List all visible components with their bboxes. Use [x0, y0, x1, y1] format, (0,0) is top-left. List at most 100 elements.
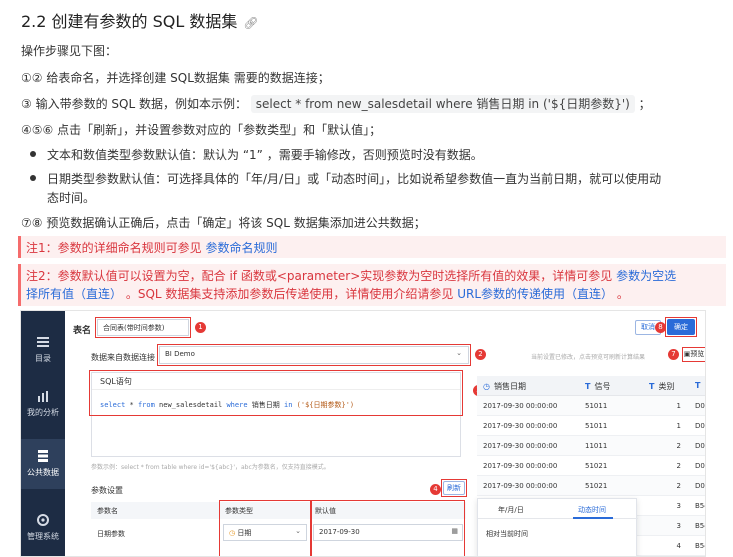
step-1-2: ①② 给表命名，并选择创建 SQL数据集 需要的数据连接； [21, 71, 330, 85]
sidebar-item-public-data[interactable]: 公共数据 [21, 439, 65, 489]
text-type-icon: T [695, 381, 701, 390]
highlight-box-5 [219, 500, 311, 556]
bullet-dot [30, 151, 36, 157]
table-cell: 3 [676, 522, 681, 530]
table-cell: D04 [695, 422, 705, 430]
anchor-link-icon[interactable]: 🔗︎ [243, 16, 258, 30]
table-cell: 2 [676, 462, 681, 470]
step-3-code: select * from new_salesdetail where 销售日期… [250, 95, 635, 113]
section-heading: 2.2 创建有参数的 SQL 数据集 🔗︎ [21, 8, 259, 32]
table-cell: 51011 [585, 422, 608, 430]
table-cell: B54 [695, 542, 705, 550]
grid-col-date-label: 销售日期 [493, 382, 526, 391]
table-cell: 2 [676, 442, 681, 450]
step-3-suffix: ； [638, 97, 651, 111]
sidebar: 目录 我的分析 公共数据 管理系统 [21, 311, 65, 556]
table-cell: 51011 [585, 402, 608, 410]
param-name-cell: 日期参数 [97, 530, 125, 538]
table-cell: 1 [676, 402, 681, 410]
marker-4: 4 [430, 484, 441, 495]
table-cell: 51021 [585, 462, 608, 470]
system-icon [37, 514, 49, 526]
table-cell: 2017-09-30 00:00:00 [483, 402, 558, 410]
text-type-icon: T [585, 382, 591, 391]
step-7-8: ⑦⑧ 预览数据确认正确后，点击「确定」将该 SQL 数据集添加进公共数据； [21, 216, 426, 230]
note-2-end: 。 [616, 287, 629, 301]
connection-label: 数据来自数据连接 [91, 353, 155, 362]
table-cell: D07 [695, 482, 705, 490]
table-cell: 2017-09-30 00:00:00 [483, 442, 558, 450]
grid-col-date: ◷ 销售日期 [483, 381, 526, 392]
table-cell: 4 [676, 542, 681, 550]
highlight-box-6 [311, 500, 465, 556]
table-cell: 2017-09-30 00:00:00 [483, 462, 558, 470]
preview-label: 预览 [690, 350, 705, 358]
sidebar-item-catalog[interactable]: 目录 [21, 325, 65, 375]
relative-time-label: 相对当前时间 [486, 530, 528, 538]
highlight-box-8 [665, 317, 697, 337]
empty-param-link[interactable]: 参数为空选 [616, 269, 676, 283]
date-type-icon: ◷ [483, 382, 490, 391]
grid-col-signal-label: 信号 [594, 382, 611, 391]
sidebar-label: 目录 [35, 354, 51, 363]
table-cell: B54 [695, 522, 705, 530]
sql-dataset-panel: 表名 合同表(带时间参数) 1 取消 8 确定 数据来自数据连接 BI Demo… [65, 311, 705, 556]
example-hint: 参数示例：select * from table where id='${abc… [91, 464, 330, 471]
tab-dynamic-time[interactable]: 动态时间 [578, 505, 606, 515]
bullet-text-default: 文本和数值类型参数默认值：默认为 “1” ，需要手输修改，否则预览时没有数据。 [47, 148, 483, 162]
analysis-icon [38, 391, 48, 402]
active-tab-indicator [573, 517, 613, 519]
table-row: 2017-09-30 00:00:00 51011 1 D04 [477, 416, 705, 436]
grid-header: ◷ 销售日期 T 信号 T 类别 T [477, 376, 705, 396]
marker-1: 1 [195, 322, 206, 333]
highlight-box-4 [441, 479, 467, 497]
sidebar-item-analysis[interactable]: 我的分析 [21, 379, 65, 429]
param-settings-label: 参数设置 [91, 486, 123, 495]
note-1: 注1：参数的详细命名规则可参见 参数命名规则 [18, 236, 726, 258]
table-name-label: 表名 [73, 326, 92, 336]
table-cell: B54 [695, 502, 705, 510]
table-row: 2017-09-30 00:00:00 51021 2 D07 [477, 456, 705, 476]
table-cell: 2017-09-30 00:00:00 [483, 482, 558, 490]
table-cell: D04 [695, 402, 705, 410]
highlight-box-3 [89, 370, 463, 416]
grid-col-more: T [695, 381, 704, 390]
table-row: 2017-09-30 00:00:00 11011 2 D07 [477, 436, 705, 456]
table-cell: 11011 [585, 442, 608, 450]
url-param-link[interactable]: URL参数的传递使用（直连） [457, 287, 613, 301]
highlight-box-2 [157, 344, 471, 366]
sidebar-label: 管理系统 [27, 532, 59, 541]
highlight-box-1 [95, 317, 191, 338]
bullet-text-date: 日期类型参数默认值：可选择具体的「年/月/日」或「动态时间」，比如说希望参数值一… [47, 172, 662, 186]
table-cell: 1 [676, 422, 681, 430]
marker-7: 7 [668, 349, 679, 360]
sidebar-label: 我的分析 [27, 408, 59, 417]
sidebar-item-system[interactable]: 管理系统 [21, 503, 65, 553]
grid-col-category-label: 类别 [658, 382, 675, 391]
param-table: 参数名 参数类型 默认值 日期参数 ◷ 日期 ⌄ 2017-09-30 ▦ [91, 500, 466, 556]
table-cell: D07 [695, 442, 705, 450]
step-3-prefix: ③ 输入带参数的 SQL 数据，例如本示例： [21, 97, 247, 111]
date-picker-popup: 年/月/日 动态时间 相对当前时间 [477, 498, 638, 556]
section-heading-text: 2.2 创建有参数的 SQL 数据集 [21, 12, 238, 31]
empty-param-link-cont[interactable]: 择所有值（直连） [26, 287, 122, 301]
table-cell: D07 [695, 462, 705, 470]
note-2: 注2：参数默认值可以设置为空，配合 if 函数或<parameter>实现参数为… [18, 264, 726, 306]
grid-col-signal: T 信号 [585, 381, 610, 392]
preview-button[interactable]: ▣预览 [682, 347, 705, 362]
note-1-text: 注1：参数的详细命名规则可参见 [26, 241, 202, 255]
note-2-mid: 。SQL 数据集支持添加参数后传递使用，详情使用介绍请参见 [125, 287, 454, 301]
table-cell: 2 [676, 482, 681, 490]
param-naming-link[interactable]: 参数命名规则 [205, 241, 277, 255]
note-2-text: 注2：参数默认值可以设置为空，配合 if 函数或<parameter>实现参数为… [26, 269, 613, 283]
grid-col-category: T 类别 [649, 381, 674, 392]
step-3: ③ 输入带参数的 SQL 数据，例如本示例： select * from new… [21, 95, 651, 113]
public-data-icon [38, 450, 48, 462]
tab-ymd[interactable]: 年/月/日 [498, 505, 524, 515]
text-type-icon: T [649, 382, 655, 391]
date-picker-tabs: 年/月/日 动态时间 [478, 499, 638, 519]
table-cell: 51021 [585, 482, 608, 490]
refresh-hint: 当前设置已修改，点击预览可刷新计算结果 [531, 354, 646, 361]
table-row: 2017-09-30 00:00:00 51021 2 D07 [477, 476, 705, 496]
intro-text: 操作步骤见下图： [21, 44, 118, 58]
